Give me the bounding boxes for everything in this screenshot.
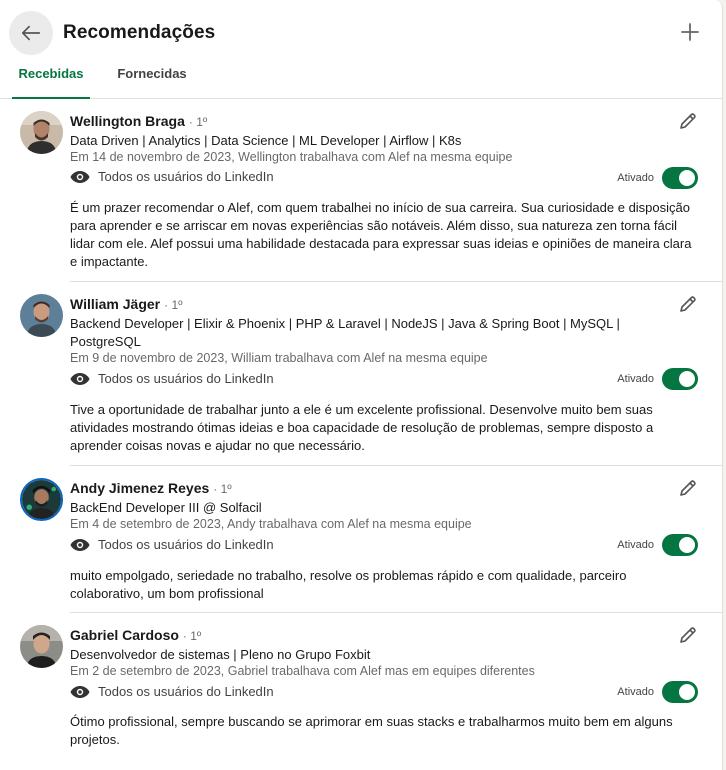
recommender-name[interactable]: Wellington Braga [70,113,185,129]
eye-icon [70,538,90,552]
plus-icon [680,22,700,42]
pencil-icon [678,294,698,314]
connection-degree: · 1º [213,482,232,496]
recommendation-meta: Em 14 de novembro de 2023, Wellington tr… [70,150,513,164]
recommender-name[interactable]: William Jäger [70,296,160,312]
visibility-toggle-group: Ativado [617,167,698,189]
recommender-name[interactable]: Andy Jimenez Reyes [70,480,209,496]
recommendation-text: Tive a oportunidade de trabalhar junto a… [70,402,654,453]
recommendation-text: É um prazer recomendar o Alef, com quem … [70,200,692,269]
recommendations-panel: Recomendações Recebidas Fornecidas Welli… [0,0,723,770]
visibility-toggle-group: Ativado [617,681,698,703]
tab-recebidas[interactable]: Recebidas [12,66,90,99]
panel-header: Recomendações [0,0,722,62]
recommender-name-line: Wellington Braga · 1º [70,113,207,129]
visibility-toggle[interactable] [662,167,698,189]
visibility-toggle[interactable] [662,368,698,390]
visibility-label: Todos os usuários do LinkedIn [98,537,274,552]
page-title: Recomendações [63,22,216,43]
recommendation-item: Andy Jimenez Reyes · 1º BackEnd Developer… [0,466,722,613]
recommendation-item: William Jäger · 1º Backend Developer | El… [0,282,722,466]
tab-fornecidas[interactable]: Fornecidas [110,66,194,96]
recommendation-item: Gabriel Cardoso · 1º Desenvolvedor de sis… [0,613,722,770]
back-button[interactable] [9,11,53,55]
avatar[interactable] [20,478,63,521]
visibility-toggle[interactable] [662,681,698,703]
connection-degree: · 1º [182,629,202,643]
toggle-label: Ativado [617,686,654,698]
avatar[interactable] [20,111,63,154]
connection-degree: · 1º [164,298,183,312]
avatar[interactable] [20,625,63,668]
toggle-label: Ativado [617,539,654,551]
edit-button[interactable] [676,109,700,133]
edit-button[interactable] [676,476,700,500]
recommender-name-line: Gabriel Cardoso · 1º [70,627,201,643]
recommender-name-line: Andy Jimenez Reyes · 1º [70,480,232,496]
arrow-left-icon [20,22,42,44]
pencil-icon [678,625,698,645]
visibility-label: Todos os usuários do LinkedIn [98,169,274,184]
recommendation-item: Wellington Braga · 1º Data Driven | Analy… [0,99,722,282]
visibility-toggle-group: Ativado [617,368,698,390]
recommendation-text: muito empolgado, seriedade no trabalho, … [70,568,627,601]
visibility-label: Todos os usuários do LinkedIn [98,371,274,386]
recommender-headline: BackEnd Developer III @ Solfacil [70,500,262,515]
visibility-setting: Todos os usuários do LinkedIn [70,537,274,552]
visibility-setting: Todos os usuários do LinkedIn [70,169,274,184]
avatar[interactable] [20,294,63,337]
tab-bar: Recebidas Fornecidas [0,62,722,99]
edit-button[interactable] [676,292,700,316]
recommender-headline: Backend Developer | Elixir & Phoenix | P… [70,316,620,349]
visibility-toggle[interactable] [662,534,698,556]
connection-degree: · 1º [188,115,208,129]
visibility-toggle-group: Ativado [617,534,698,556]
recommendation-meta: Em 9 de novembro de 2023, William trabal… [70,351,488,365]
add-recommendation-button[interactable] [678,20,702,44]
recommender-name[interactable]: Gabriel Cardoso [70,627,179,643]
recommendation-text: Ótimo profissional, sempre buscando se a… [70,714,673,747]
toggle-label: Ativado [617,172,654,184]
pencil-icon [678,111,698,131]
visibility-setting: Todos os usuários do LinkedIn [70,684,274,699]
visibility-setting: Todos os usuários do LinkedIn [70,371,274,386]
recommender-name-line: William Jäger · 1º [70,296,183,312]
eye-icon [70,170,90,184]
eye-icon [70,685,90,699]
recommender-headline: Data Driven | Analytics | Data Science |… [70,133,462,148]
recommender-headline: Desenvolvedor de sistemas | Pleno no Gru… [70,647,371,662]
visibility-label: Todos os usuários do LinkedIn [98,684,274,699]
pencil-icon [678,478,698,498]
edit-button[interactable] [676,623,700,647]
toggle-label: Ativado [617,373,654,385]
recommendation-meta: Em 2 de setembro de 2023, Gabriel trabal… [70,664,535,678]
eye-icon [70,372,90,386]
recommendation-meta: Em 4 de setembro de 2023, Andy trabalhav… [70,517,472,531]
